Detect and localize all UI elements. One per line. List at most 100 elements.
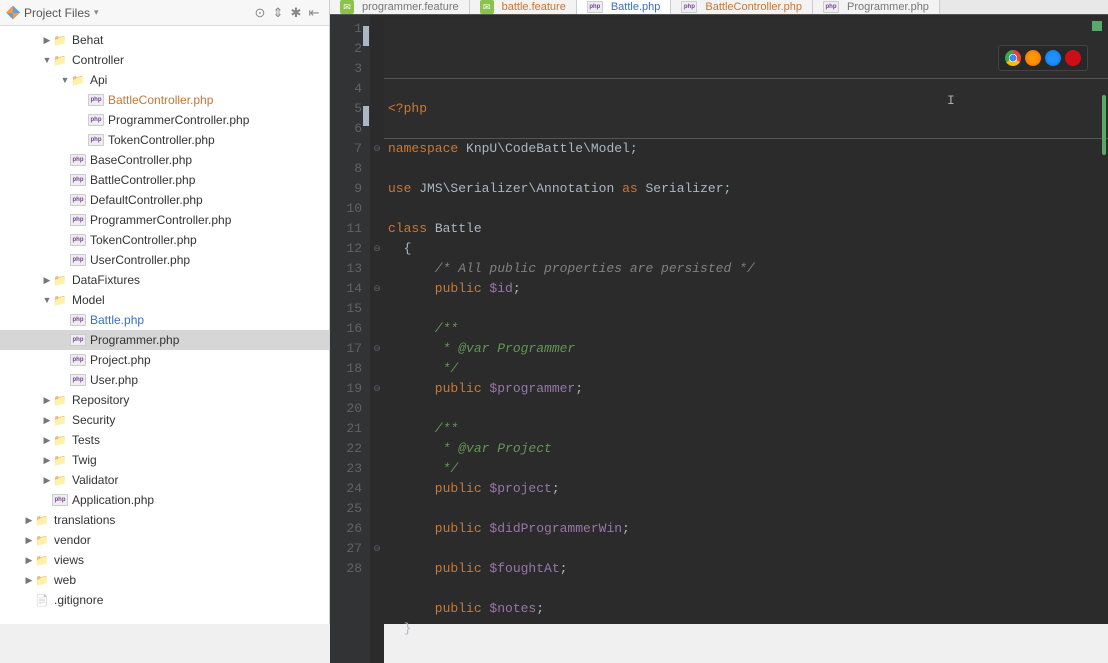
code-line[interactable] — [388, 499, 1108, 519]
code-line[interactable]: class Battle — [388, 219, 1108, 239]
code-line[interactable]: */ — [388, 459, 1108, 479]
tree-item[interactable]: ▶Behat — [0, 30, 329, 50]
code-content[interactable]: <?php namespace KnpU\CodeBattle\Model; use… — [384, 15, 1108, 663]
editor-tab[interactable]: Programmer.php — [813, 0, 940, 14]
expand-arrow-icon[interactable]: ▶ — [24, 575, 34, 586]
editor-tab[interactable]: Battle.php — [577, 0, 672, 14]
tree-item[interactable]: ▶Validator — [0, 470, 329, 490]
fold-toggle-icon[interactable]: ⊖ — [370, 139, 384, 159]
expand-arrow-icon[interactable]: ▶ — [42, 395, 52, 406]
tree-item[interactable]: ▶ProgrammerController.php — [0, 110, 329, 130]
code-line[interactable]: namespace KnpU\CodeBattle\Model; — [388, 139, 1108, 159]
tree-item[interactable]: ▶UserController.php — [0, 250, 329, 270]
tree-item[interactable]: ▶translations — [0, 510, 329, 530]
fold-column[interactable]: ⊖ ⊖ ⊖ ⊖ ⊖ ⊖ — [370, 15, 384, 663]
tree-item[interactable]: ▶TokenController.php — [0, 130, 329, 150]
tree-item[interactable]: ▼Api — [0, 70, 329, 90]
tree-item[interactable]: ▶User.php — [0, 370, 329, 390]
code-line[interactable] — [388, 399, 1108, 419]
tree-item[interactable]: ▶DefaultController.php — [0, 190, 329, 210]
tree-item[interactable]: ▶Battle.php — [0, 310, 329, 330]
hide-icon[interactable]: ⇤ — [305, 4, 323, 22]
expand-arrow-icon[interactable]: ▶ — [42, 275, 52, 286]
collapse-icon[interactable]: ⇕ — [269, 4, 287, 22]
safari-icon[interactable] — [1045, 50, 1061, 66]
editor-tab[interactable]: battle.feature — [470, 0, 577, 14]
expand-arrow-icon[interactable]: ▼ — [60, 75, 70, 85]
code-line[interactable] — [388, 199, 1108, 219]
tree-item[interactable]: ▶Tests — [0, 430, 329, 450]
firefox-icon[interactable] — [1025, 50, 1041, 66]
fold-toggle-icon — [370, 79, 384, 99]
file-tree[interactable]: ▶Behat▼Controller▼Api▶BattleController.p… — [0, 26, 329, 624]
expand-arrow-icon[interactable]: ▶ — [24, 535, 34, 546]
code-line[interactable]: public $notes; — [388, 599, 1108, 619]
fold-toggle-icon[interactable]: ⊖ — [370, 239, 384, 259]
tree-item[interactable]: ▶Repository — [0, 390, 329, 410]
editor-tab[interactable]: programmer.feature — [330, 0, 470, 14]
code-line[interactable]: public $programmer; — [388, 379, 1108, 399]
tree-item[interactable]: ▶Programmer.php — [0, 330, 329, 350]
expand-arrow-icon[interactable]: ▶ — [42, 415, 52, 426]
tree-item[interactable]: ▶Project.php — [0, 350, 329, 370]
browser-overlay[interactable] — [998, 45, 1088, 71]
opera-icon[interactable] — [1065, 50, 1081, 66]
expand-arrow-icon[interactable]: ▶ — [24, 555, 34, 566]
fold-toggle-icon[interactable]: ⊖ — [370, 339, 384, 359]
tree-item[interactable]: ▶.gitignore — [0, 590, 329, 610]
expand-arrow-icon[interactable]: ▶ — [42, 475, 52, 486]
fold-toggle-icon — [370, 419, 384, 439]
code-line[interactable]: public $foughtAt; — [388, 559, 1108, 579]
inspection-status-icon[interactable] — [1092, 21, 1102, 31]
settings-icon[interactable]: ✱ — [287, 4, 305, 22]
fold-toggle-icon — [370, 159, 384, 179]
code-line[interactable]: public $didProgrammerWin; — [388, 519, 1108, 539]
code-line[interactable]: public $id; — [388, 279, 1108, 299]
chrome-icon[interactable] — [1005, 50, 1021, 66]
expand-arrow-icon[interactable]: ▶ — [42, 455, 52, 466]
code-line[interactable]: * @var Project — [388, 439, 1108, 459]
fold-toggle-icon[interactable]: ⊖ — [370, 279, 384, 299]
tree-item[interactable]: ▶views — [0, 550, 329, 570]
code-line[interactable]: /** — [388, 419, 1108, 439]
code-line[interactable]: */ — [388, 359, 1108, 379]
code-line[interactable]: use JMS\Serializer\Annotation as Seriali… — [388, 179, 1108, 199]
code-line[interactable]: <?php — [388, 99, 1108, 119]
tree-item[interactable]: ▶Security — [0, 410, 329, 430]
code-line[interactable] — [388, 539, 1108, 559]
tree-item[interactable]: ▶Application.php — [0, 490, 329, 510]
code-line[interactable] — [388, 119, 1108, 139]
fold-toggle-icon[interactable]: ⊖ — [370, 379, 384, 399]
code-line[interactable]: /* All public properties are persisted *… — [388, 259, 1108, 279]
code-line[interactable]: * @var Programmer — [388, 339, 1108, 359]
tree-item[interactable]: ▶BattleController.php — [0, 170, 329, 190]
expand-arrow-icon[interactable]: ▼ — [42, 55, 52, 65]
tree-item[interactable]: ▶vendor — [0, 530, 329, 550]
expand-arrow-icon[interactable]: ▶ — [42, 35, 52, 46]
code-line[interactable]: { — [388, 239, 1108, 259]
tree-item[interactable]: ▶Twig — [0, 450, 329, 470]
expand-arrow-icon[interactable]: ▼ — [42, 295, 52, 305]
code-line[interactable]: public $project; — [388, 479, 1108, 499]
code-line[interactable] — [388, 639, 1108, 659]
code-line[interactable] — [388, 159, 1108, 179]
tree-item[interactable]: ▼Controller — [0, 50, 329, 70]
tree-item[interactable]: ▶ProgrammerController.php — [0, 210, 329, 230]
code-line[interactable]: } — [388, 619, 1108, 639]
code-editor[interactable]: 1234567891011121314151617181920212223242… — [330, 15, 1108, 663]
tree-item[interactable]: ▶DataFixtures — [0, 270, 329, 290]
tree-item[interactable]: ▶TokenController.php — [0, 230, 329, 250]
code-line[interactable] — [388, 299, 1108, 319]
tree-item[interactable]: ▼Model — [0, 290, 329, 310]
tree-item[interactable]: ▶web — [0, 570, 329, 590]
expand-arrow-icon[interactable]: ▶ — [24, 515, 34, 526]
tree-item[interactable]: ▶BaseController.php — [0, 150, 329, 170]
locate-icon[interactable]: ⊙ — [251, 4, 269, 22]
tree-item[interactable]: ▶BattleController.php — [0, 90, 329, 110]
code-line[interactable] — [388, 579, 1108, 599]
dropdown-icon[interactable]: ▾ — [94, 7, 99, 18]
code-line[interactable]: /** — [388, 319, 1108, 339]
expand-arrow-icon[interactable]: ▶ — [42, 435, 52, 446]
fold-toggle-icon[interactable]: ⊖ — [370, 539, 384, 559]
editor-tab[interactable]: BattleController.php — [671, 0, 813, 14]
